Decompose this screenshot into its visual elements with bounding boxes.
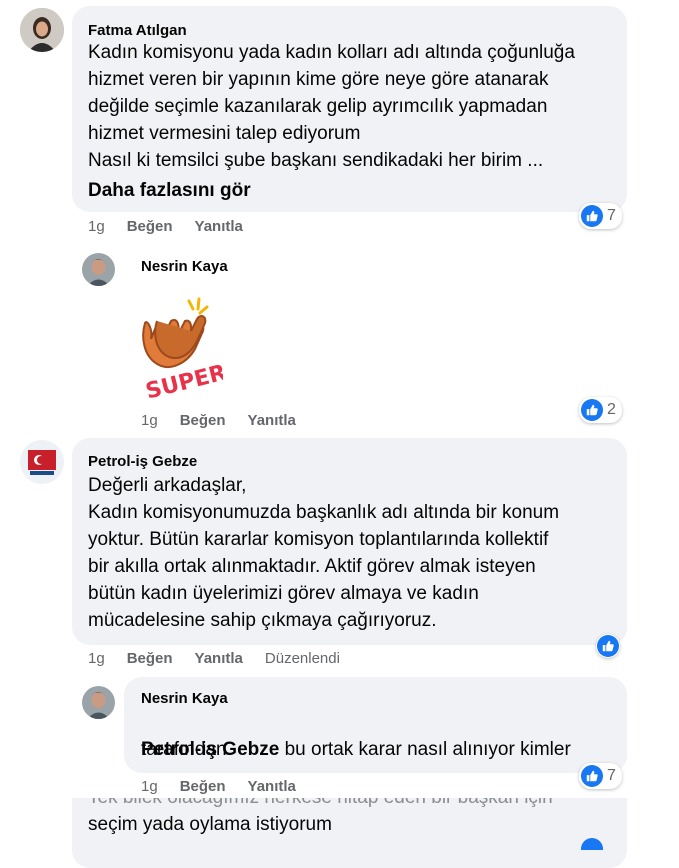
comment-author[interactable]: Nesrin Kaya (141, 258, 228, 275)
comment-author[interactable]: Fatma Atılgan (88, 22, 187, 39)
scroll-clip: Tek bilek olacağımız herkese hitap eden … (72, 798, 627, 812)
like-reaction-icon (597, 635, 619, 657)
reaction-like-only[interactable] (596, 634, 620, 658)
comment-actions: 1g Beğen Yanıtla Düzenlendi (88, 650, 362, 667)
comment-actions: 1g Beğen Yanıtla (88, 218, 265, 235)
timestamp[interactable]: 1g (141, 412, 158, 429)
comment-actions: 1g Beğen Yanıtla (141, 412, 318, 429)
comment-text: Değerli arkadaşlar, Kadın komisyonumuzda… (88, 475, 560, 631)
reaction-partial (579, 838, 623, 850)
reply-button[interactable]: Yanıtla (248, 412, 296, 429)
reaction-count-value: 7 (607, 767, 616, 784)
avatar[interactable] (20, 440, 64, 484)
comment-text-partial: Tek bilek olacağımız herkese hitap eden … (88, 798, 553, 811)
reaction-count[interactable]: 7 (579, 763, 622, 789)
avatar[interactable] (82, 253, 115, 286)
reaction-count[interactable]: 7 (579, 203, 622, 229)
like-button[interactable]: Beğen (127, 650, 173, 667)
comment-author[interactable]: Petrol-iş Gebze (88, 453, 197, 470)
avatar[interactable] (20, 8, 64, 52)
comment-actions: 1g Beğen Yanıtla (141, 778, 318, 795)
reaction-count[interactable]: 2 (579, 397, 622, 423)
comment-text: seçim yada oylama istiyorum (88, 814, 332, 835)
edited-label: Düzenlendi (264, 650, 340, 667)
timestamp[interactable]: 1g (88, 218, 105, 235)
like-button[interactable]: Beğen (180, 778, 226, 795)
like-button[interactable]: Beğen (180, 412, 226, 429)
avatar[interactable] (82, 686, 115, 719)
timestamp[interactable]: 1g (88, 650, 105, 667)
sticker-super: SUPER! (133, 293, 238, 405)
like-reaction-icon (581, 399, 603, 421)
reply-button[interactable]: Yanıtla (248, 778, 296, 795)
like-button[interactable]: Beğen (127, 218, 173, 235)
like-reaction-icon (581, 765, 603, 787)
reaction-count-value: 2 (607, 401, 616, 418)
see-more-link[interactable]: Daha fazlasını gör (88, 177, 251, 204)
comment-author[interactable]: Nesrin Kaya (141, 690, 228, 707)
comment-text-line: tarafından (141, 739, 227, 760)
sticker-text: SUPER! (143, 358, 223, 403)
comment-text-part: bu ortak karar nasıl alınıyor kimler (279, 739, 571, 760)
timestamp[interactable]: 1g (141, 778, 158, 795)
like-reaction-icon (581, 838, 603, 850)
reply-button[interactable]: Yanıtla (195, 218, 243, 235)
reaction-count-value: 7 (607, 207, 616, 224)
reply-button[interactable]: Yanıtla (195, 650, 243, 667)
comment-text: Kadın komisyonu yada kadın kolları adı a… (88, 42, 575, 171)
like-reaction-icon (581, 205, 603, 227)
